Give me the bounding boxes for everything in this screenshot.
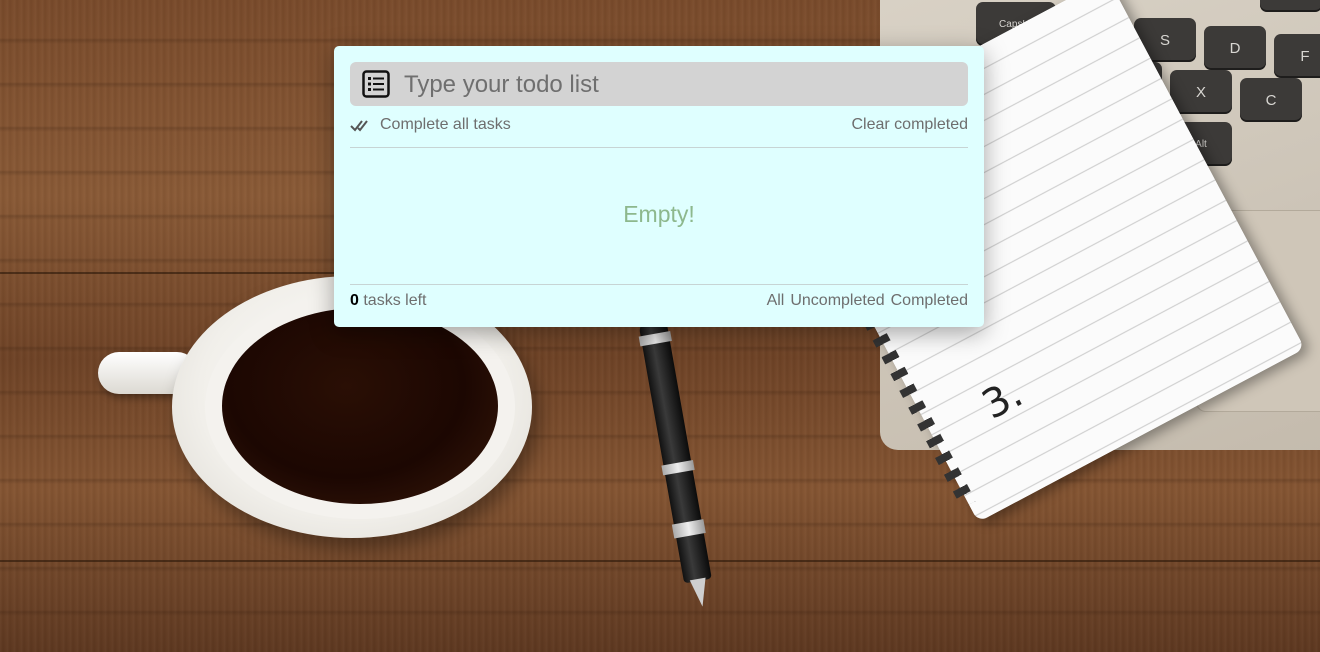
wood-plank-seam bbox=[0, 560, 1320, 562]
keyboard-key: X bbox=[1170, 70, 1232, 114]
tasks-left: 0 tasks left bbox=[350, 292, 427, 310]
filter-group: All Uncompleted Completed bbox=[767, 292, 968, 310]
filter-uncompleted[interactable]: Uncompleted bbox=[790, 292, 884, 310]
todo-footer: 0 tasks left All Uncompleted Completed bbox=[350, 292, 968, 312]
pen bbox=[638, 317, 712, 608]
pen-band bbox=[671, 519, 706, 539]
keyboard-key: F bbox=[1274, 34, 1320, 78]
clear-completed-button[interactable]: Clear completed bbox=[852, 116, 969, 134]
tasks-left-count: 0 bbox=[350, 292, 359, 309]
divider bbox=[350, 284, 968, 285]
keyboard-key: R bbox=[1260, 0, 1320, 12]
tasks-left-label: tasks left bbox=[363, 292, 427, 309]
coffee bbox=[222, 308, 498, 504]
todo-card: Complete all tasks Clear completed Empty… bbox=[334, 46, 984, 327]
filter-all[interactable]: All bbox=[767, 292, 785, 310]
list-icon bbox=[362, 70, 390, 98]
desk-background: CapsLk A S D F Z X C Alt R st 3. bbox=[0, 0, 1320, 652]
todo-input-container bbox=[350, 62, 968, 108]
double-check-icon bbox=[350, 120, 368, 132]
keyboard-key: D bbox=[1204, 26, 1266, 70]
divider bbox=[350, 147, 968, 148]
pen-band bbox=[638, 331, 672, 347]
empty-message: Empty! bbox=[623, 201, 695, 227]
filter-completed[interactable]: Completed bbox=[891, 292, 968, 310]
complete-all-button[interactable]: Complete all tasks bbox=[350, 116, 511, 134]
todo-toolbar: Complete all tasks Clear completed bbox=[350, 116, 968, 136]
pen-tip bbox=[689, 577, 711, 608]
complete-all-label: Complete all tasks bbox=[380, 116, 511, 133]
keyboard-key: C bbox=[1240, 78, 1302, 122]
notebook-number: 3. bbox=[974, 370, 1031, 429]
todo-input[interactable] bbox=[402, 62, 956, 108]
pen-band bbox=[661, 460, 695, 476]
